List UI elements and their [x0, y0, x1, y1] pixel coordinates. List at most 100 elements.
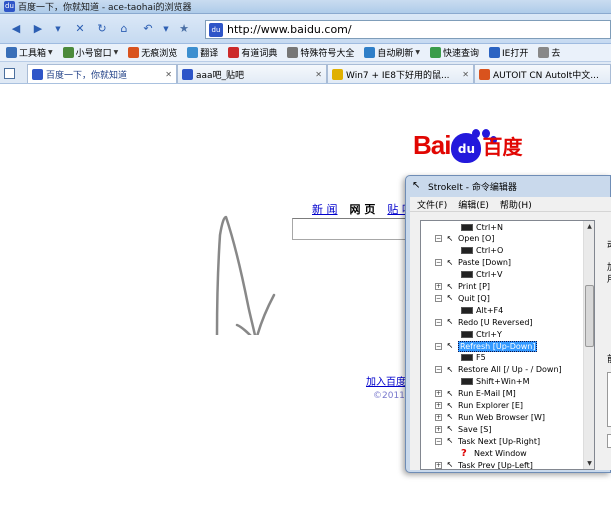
mouse-gesture-stroke [215, 215, 276, 335]
baidu-search-input[interactable] [292, 218, 412, 240]
favorite-label: 工具箱 [19, 49, 47, 59]
browser-tab[interactable]: Win7 + IE8下好用的鼠... ✕ [327, 64, 474, 83]
undo-dropdown-icon[interactable]: ▼ [158, 21, 174, 37]
scroll-up-icon[interactable]: ▲ [584, 221, 594, 232]
tree-row[interactable]: + ↖ Run E-Mail [M] [435, 388, 516, 400]
favorite-item[interactable]: IE打开 [489, 46, 528, 59]
baidu-nav-link: 网 页 [349, 203, 376, 216]
tree-row[interactable]: Shift+Win+M [461, 376, 530, 388]
forward-icon[interactable]: ▶ [30, 21, 46, 37]
tree-row[interactable]: Ctrl+O [461, 245, 503, 257]
favorite-icon [187, 47, 199, 58]
home-icon[interactable]: ⌂ [116, 21, 132, 37]
tree-row[interactable]: − ↖ Redo [U Reversed] [435, 316, 533, 328]
close-tab-icon[interactable]: ✕ [161, 70, 172, 79]
collapse-icon[interactable]: − [435, 437, 442, 445]
collapse-icon[interactable]: − [435, 235, 442, 243]
tree-row[interactable]: + ↖ Task Prev [Up-Left] [435, 459, 533, 470]
tree-row[interactable]: + ↖ Print [P] [435, 281, 490, 293]
strokeit-menu-item[interactable]: 编辑(E) [458, 198, 489, 211]
favorite-item[interactable]: 工具箱 ▼ [6, 46, 53, 59]
right-pane-field[interactable] [607, 434, 611, 448]
tree-row-label: Task Prev [Up-Left] [458, 460, 533, 470]
tree-row[interactable]: F5 [461, 352, 486, 364]
favorite-item[interactable]: 特殊符号大全 [287, 46, 354, 59]
tab-label: AUTOIT CN AutoIt中文... [493, 70, 599, 81]
favorite-item[interactable]: 无痕浏览 [128, 46, 177, 59]
close-tab-icon[interactable]: ✕ [458, 70, 469, 79]
gesture-cursor-icon: ↖ [446, 400, 454, 410]
gesture-cursor-icon: ↖ [446, 388, 454, 398]
expand-icon[interactable]: + [435, 283, 442, 290]
tree-row[interactable]: Ctrl+V [461, 269, 502, 281]
tree-row[interactable]: − ↖ Paste [Down] [435, 257, 511, 269]
tree-row[interactable]: + ↖ Save [S] [435, 423, 492, 435]
tree-row[interactable]: Ctrl+Y [461, 328, 502, 340]
scroll-down-icon[interactable]: ▼ [584, 458, 594, 469]
browser-tab[interactable]: aaa吧_贴吧 ✕ [177, 64, 327, 83]
favorite-label: IE打开 [502, 49, 529, 59]
tree-row[interactable]: − ↖ Restore All [/ Up - / Down] [435, 364, 562, 376]
strokeit-menu-item[interactable]: 帮助(H) [500, 198, 532, 211]
favorite-item[interactable]: 有道词典 [228, 46, 277, 59]
keyboard-icon [461, 247, 473, 255]
favorite-icon [6, 47, 17, 58]
favorite-icon [287, 47, 299, 58]
right-pane-textbox[interactable] [607, 372, 611, 427]
baidu-logo[interactable]: Bai du 百度 [413, 130, 522, 163]
favorite-item[interactable]: 去 [538, 46, 560, 59]
favorite-item[interactable]: 快速查询 [429, 46, 479, 59]
favorite-icon [228, 47, 240, 58]
collapse-icon[interactable]: − [435, 294, 442, 302]
expand-icon[interactable]: + [435, 461, 442, 469]
strokeit-menu-item[interactable]: 文件(F) [417, 198, 447, 211]
tree-row[interactable]: − ↖ Quit [Q] [435, 292, 490, 304]
command-tree[interactable]: ▲ ▼ Ctrl+N − ↖ Open [O] Ctrl+O − ↖ Paste [Down]… [420, 220, 595, 470]
page-icon[interactable] [4, 68, 15, 79]
tree-scrollbar[interactable]: ▲ ▼ [583, 221, 594, 469]
dropdown-arrow-icon[interactable]: ▼ [50, 21, 66, 37]
favorite-item[interactable]: 小号窗口 ▼ [62, 46, 119, 59]
browser-tab[interactable]: 百度一下，你就知道 ✕ [27, 64, 177, 83]
favorite-icon [128, 47, 140, 58]
tab-label: aaa吧_贴吧 [196, 70, 245, 81]
stop-icon[interactable]: ✕ [72, 21, 88, 37]
tree-row[interactable]: − ↖ Refresh [Up-Down] [435, 340, 538, 352]
browser-tab[interactable]: AUTOIT CN AutoIt中文... [474, 64, 611, 83]
collapse-icon[interactable]: − [435, 318, 442, 326]
chevron-down-icon[interactable]: ▼ [415, 49, 420, 56]
close-tab-icon[interactable]: ✕ [311, 70, 322, 79]
chevron-down-icon[interactable]: ▼ [114, 49, 119, 56]
tree-row[interactable]: + ↖ Run Explorer [E] [435, 400, 523, 412]
expand-icon[interactable]: + [435, 413, 442, 421]
baidu-nav-link[interactable]: 新 闻 [312, 203, 338, 216]
tree-row[interactable]: ? Next Window [461, 447, 527, 459]
chevron-down-icon[interactable]: ▼ [48, 49, 53, 56]
tab-bar: 百度一下，你就知道 ✕ aaa吧_贴吧 ✕ Win7 + IE8下好用的鼠... ✕ AUT… [0, 62, 611, 84]
strokeit-title-bar[interactable]: ↖ StrokeIt - 命令编辑器 [406, 176, 611, 196]
address-bar[interactable]: du http://www.baidu.com/ [205, 20, 611, 39]
expand-icon[interactable]: + [435, 390, 442, 398]
collapse-icon[interactable]: − [435, 259, 442, 267]
collapse-icon[interactable]: − [435, 342, 442, 350]
favorite-item[interactable]: 自动刷新 ▼ [364, 46, 420, 59]
right-pane-label-1: 动 [607, 238, 611, 251]
expand-icon[interactable]: + [435, 425, 442, 433]
favorites-star-icon[interactable]: ★ [176, 21, 192, 37]
tree-row[interactable]: Ctrl+N [461, 221, 503, 233]
tree-row[interactable]: − ↖ Open [O] [435, 233, 494, 245]
collapse-icon[interactable]: − [435, 366, 442, 374]
refresh-icon[interactable]: ↻ [94, 21, 110, 37]
back-icon[interactable]: ◀ [8, 21, 24, 37]
tree-row[interactable]: + ↖ Run Web Browser [W] [435, 411, 545, 423]
undo-close-tab-icon[interactable]: ↶ [140, 21, 156, 37]
scroll-thumb[interactable] [585, 285, 594, 347]
favorite-label: 自动刷新 [377, 49, 414, 59]
expand-icon[interactable]: + [435, 402, 442, 409]
favorite-item[interactable]: 翻译 [187, 46, 218, 59]
favorite-icon [364, 47, 376, 58]
keyboard-icon [461, 306, 473, 314]
browser-app-icon: du [4, 1, 15, 12]
tree-row[interactable]: − ↖ Task Next [Up-Right] [435, 435, 540, 447]
tree-row[interactable]: Alt+F4 [461, 304, 503, 316]
